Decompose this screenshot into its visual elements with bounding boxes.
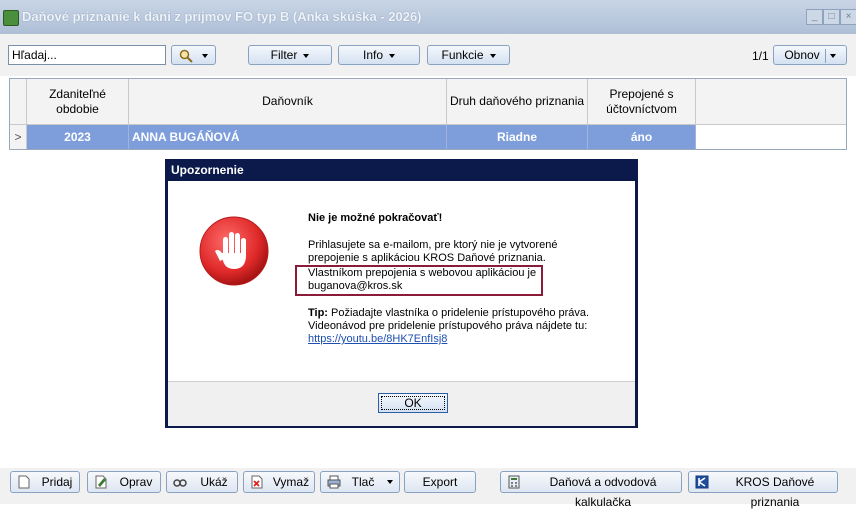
tip-text: Tip: Požiadajte vlastníka o pridelenie p… <box>308 307 589 320</box>
filter-button[interactable]: Filter <box>248 45 332 65</box>
header-druh[interactable]: Druh daňového priznania <box>447 79 588 125</box>
ukaz-button[interactable]: Ukáž <box>166 471 238 493</box>
row-indicator-header <box>10 79 27 125</box>
data-grid: Zdaniteľné obdobie Daňovník Druh daňovéh… <box>9 78 847 150</box>
filter-label: Filter <box>270 48 298 62</box>
chevron-down-icon <box>303 53 310 58</box>
search-icon <box>179 49 193 63</box>
chevron-down-icon <box>202 53 209 58</box>
vymaz-label: Vymaž <box>272 475 310 489</box>
dialog-footer: OK <box>168 381 635 426</box>
dialog-line3: Vlastníkom prepojenia s webovou aplikáci… <box>308 267 537 279</box>
cell-druh[interactable]: Riadne <box>447 125 588 149</box>
ok-button[interactable]: OK <box>378 393 448 413</box>
export-label: Export <box>422 475 458 489</box>
funkcie-button[interactable]: Funkcie <box>427 45 510 65</box>
video-text: Videonávod pre pridelenie prístupového p… <box>308 320 588 332</box>
kalkulacka-label: Daňová a odvodová kalkulačka <box>549 475 657 509</box>
pridaj-button[interactable]: Pridaj <box>10 471 80 493</box>
kros-icon <box>695 475 709 489</box>
info-button[interactable]: Info <box>338 45 420 65</box>
stop-hand-icon <box>199 216 269 286</box>
warning-dialog: Upozornenie Nie je možné pokračovať! Pri… <box>165 159 638 428</box>
cell-danovnik[interactable]: ANNA BUGÁŇOVÁ <box>129 125 447 149</box>
chevron-down-icon <box>389 53 395 58</box>
tlac-label: Tlač <box>351 475 375 489</box>
kalkulacka-button[interactable]: Daňová a odvodová kalkulačka <box>500 471 682 509</box>
dialog-line2: prepojenie s aplikáciou KROS Daňové priz… <box>308 252 546 264</box>
kros-label: KROS Daňové priznania <box>735 475 815 509</box>
dialog-title: Upozornenie <box>171 163 244 177</box>
cell-prepojene[interactable]: áno <box>588 125 696 149</box>
ukaz-label: Ukáž <box>200 475 228 489</box>
funkcie-label: Funkcie <box>441 48 484 62</box>
app-icon <box>3 10 19 26</box>
oprav-button[interactable]: Oprav <box>87 471 161 493</box>
obnov-label: Obnov <box>784 48 820 62</box>
dialog-heading: Nie je možné pokračovať! <box>308 212 443 224</box>
edit-icon <box>95 475 107 489</box>
info-label: Info <box>362 48 383 62</box>
vymaz-button[interactable]: Vymaž <box>243 471 315 493</box>
search-button[interactable] <box>171 45 216 65</box>
page-count: 1/1 <box>752 49 769 63</box>
dialog-line1: Prihlasujete sa e-mailom, pre ktorý nie … <box>308 239 558 251</box>
close-button[interactable]: × <box>840 9 856 25</box>
chevron-down-icon <box>829 53 836 58</box>
obnov-button[interactable]: Obnov <box>773 45 847 65</box>
window-titlebar: Daňové priznanie k dani z príjmov FO typ… <box>0 0 856 35</box>
printer-icon <box>327 475 341 489</box>
export-button[interactable]: Export <box>404 471 476 493</box>
minimize-button[interactable]: _ <box>806 9 823 25</box>
maximize-button[interactable]: □ <box>823 9 840 25</box>
header-prepojene[interactable]: Prepojené s účtovníctvom <box>588 79 696 125</box>
delete-icon <box>251 475 263 489</box>
video-link[interactable]: https://youtu.be/8HK7EnfIsj8 <box>308 333 447 345</box>
new-document-icon <box>18 475 30 489</box>
cell-obdobie[interactable]: 2023 <box>27 125 129 149</box>
calculator-icon <box>508 475 520 489</box>
window-title: Daňové priznanie k dani z príjmov FO typ… <box>22 9 422 24</box>
search-input[interactable] <box>8 45 166 65</box>
row-pointer: > <box>10 125 27 149</box>
header-danovnik[interactable]: Daňovník <box>129 79 447 125</box>
kros-button[interactable]: KROS Daňové priznania <box>688 471 838 509</box>
header-obdobie[interactable]: Zdaniteľné obdobie <box>27 79 129 125</box>
chevron-down-icon <box>387 480 393 484</box>
view-icon <box>173 479 187 487</box>
header-filler <box>696 79 846 125</box>
tip-label: Tip: <box>308 307 328 319</box>
tlac-button[interactable]: Tlač <box>320 471 400 493</box>
tip-body: Požiadajte vlastníka o pridelenie prístu… <box>327 307 590 319</box>
oprav-label: Oprav <box>119 475 153 489</box>
owner-email: buganova@kros.sk <box>308 280 403 292</box>
pridaj-label: Pridaj <box>41 475 73 489</box>
chevron-down-icon <box>489 53 496 58</box>
